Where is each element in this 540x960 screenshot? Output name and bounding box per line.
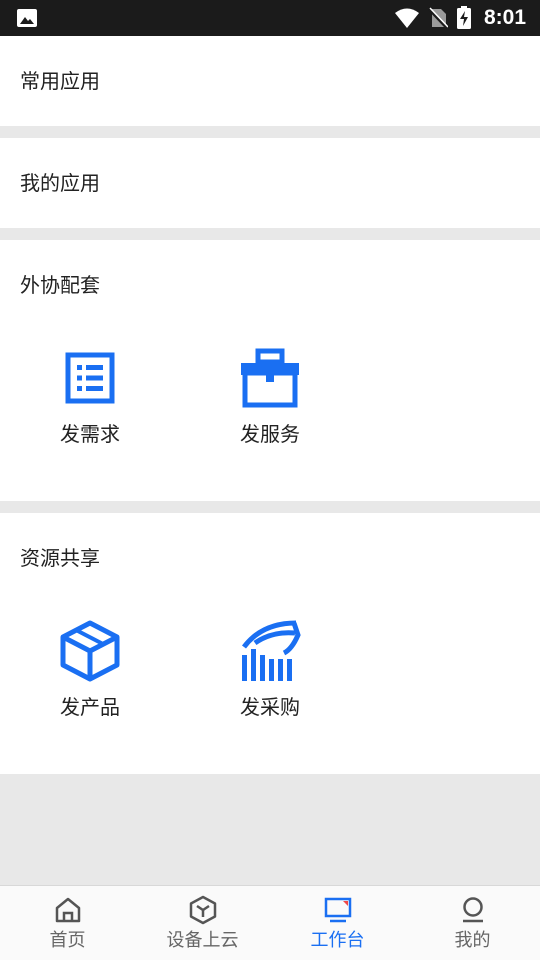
tab-mine-label: 我的: [454, 930, 491, 951]
tab-mine[interactable]: 我的: [405, 886, 540, 960]
status-bar: 8:01: [0, 0, 540, 36]
post-product-button[interactable]: 发产品: [30, 619, 150, 721]
purchase-chart-icon: [242, 620, 301, 681]
tab-home-label: 首页: [49, 930, 86, 951]
tab-home[interactable]: 首页: [0, 886, 135, 960]
tab-workbench-label: 工作台: [310, 930, 365, 951]
my-apps-title: 我的应用: [20, 171, 100, 195]
tab-device-cloud-label: 设备上云: [166, 930, 239, 951]
home-icon: [55, 897, 80, 923]
post-demand-label: 发需求: [60, 422, 120, 446]
post-service-button[interactable]: 发服务: [210, 346, 330, 448]
no-sim-icon: [427, 7, 448, 29]
resource-sharing-section: 资源共享 发产品 发采购: [0, 513, 540, 774]
wifi-icon: [394, 8, 419, 28]
user-icon: [462, 897, 483, 923]
box-cube-icon: [60, 620, 120, 682]
post-purchase-button[interactable]: 发采购: [210, 619, 330, 721]
cube-cloud-icon: [189, 895, 216, 925]
my-apps-section: 我的应用: [0, 138, 540, 228]
common-apps-section: 常用应用: [0, 36, 540, 126]
status-time: 8:01: [483, 6, 526, 29]
post-product-label: 发产品: [60, 695, 120, 719]
list-document-icon: [65, 352, 115, 404]
outsourcing-section: 外协配套 发需求 发服务: [0, 240, 540, 501]
toolbox-icon: [241, 348, 299, 408]
post-demand-button[interactable]: 发需求: [30, 346, 150, 448]
bottom-tab-bar: 首页 设备上云 工作台 我的: [0, 885, 540, 960]
post-service-label: 发服务: [240, 422, 300, 446]
common-apps-title: 常用应用: [20, 69, 100, 93]
tab-workbench[interactable]: 工作台: [270, 886, 405, 960]
image-icon: [17, 9, 37, 27]
outsourcing-title: 外协配套: [20, 273, 100, 297]
battery-charging-icon: [456, 6, 471, 29]
resource-sharing-title: 资源共享: [20, 546, 100, 570]
tab-device-cloud[interactable]: 设备上云: [135, 886, 270, 960]
post-purchase-label: 发采购: [240, 695, 300, 719]
monitor-icon: [324, 897, 351, 923]
